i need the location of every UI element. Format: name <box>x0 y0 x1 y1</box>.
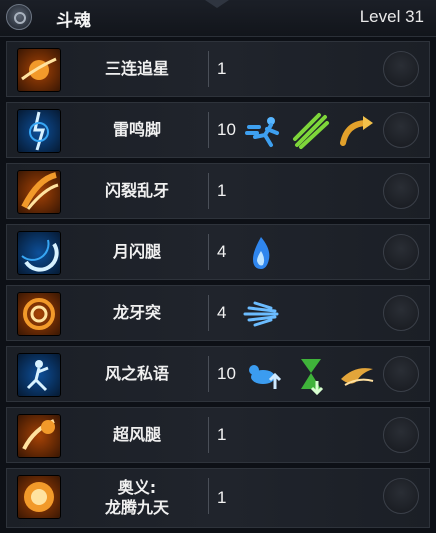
skill-row[interactable]: 风之私语 10 <box>6 346 430 402</box>
header-bar: 斗魂 Level 31 <box>0 0 436 37</box>
header-notch <box>205 0 229 8</box>
dash-streak-rune-icon[interactable] <box>241 294 281 334</box>
skill-list: 三连追星 1 雷鸣脚 10 闪裂乱牙 1 月闪腿 4 龙牙突 4 风之私语 10 超风腿 1 奥义: 龙腾九… <box>6 41 430 533</box>
row-divider <box>208 295 209 331</box>
skill-select-toggle[interactable] <box>383 478 419 514</box>
super-wind-kick-icon[interactable] <box>17 414 61 458</box>
skill-row[interactable]: 闪裂乱牙 1 <box>6 163 430 219</box>
skill-select-toggle[interactable] <box>383 51 419 87</box>
blue-flame-rune-icon[interactable] <box>241 233 281 273</box>
skill-level: 1 <box>217 488 227 507</box>
skill-select-toggle[interactable] <box>383 295 419 331</box>
row-divider <box>208 112 209 148</box>
dragon-soar-ultimate-icon[interactable] <box>17 475 61 519</box>
character-level: Level 31 <box>359 7 424 26</box>
skill-row[interactable]: 三连追星 1 <box>6 41 430 97</box>
flash-rend-icon[interactable] <box>17 170 61 214</box>
wind-whisper-icon[interactable] <box>17 353 61 397</box>
row-divider <box>208 234 209 270</box>
skill-level: 1 <box>217 59 227 78</box>
skill-name: 雷鸣脚 <box>112 120 161 139</box>
skill-name: 超风腿 <box>112 425 161 444</box>
row-divider <box>208 173 209 209</box>
rune-slots <box>245 355 377 395</box>
skill-name: 风之私语 <box>104 364 169 383</box>
skill-level: 10 <box>217 364 236 383</box>
row-divider <box>208 417 209 453</box>
skill-level: 10 <box>217 120 236 139</box>
skill-level: 1 <box>217 425 227 444</box>
skill-select-toggle[interactable] <box>383 356 419 392</box>
skill-name: 月闪腿 <box>112 242 161 261</box>
thunder-kick-icon[interactable] <box>17 109 61 153</box>
pet-up-rune-icon[interactable] <box>245 355 285 395</box>
row-divider <box>208 51 209 87</box>
skill-name: 闪裂乱牙 <box>104 181 169 200</box>
page-title: 斗魂 <box>56 11 92 31</box>
skill-select-toggle[interactable] <box>383 173 419 209</box>
triple-star-chase-icon[interactable] <box>17 48 61 92</box>
skill-name: 奥义: 龙腾九天 <box>104 478 169 517</box>
soul-emblem-icon <box>6 4 32 30</box>
row-divider <box>208 356 209 392</box>
skill-name: 龙牙突 <box>112 303 161 322</box>
triple-slash-rune-icon[interactable] <box>291 111 331 151</box>
skill-row[interactable]: 月闪腿 4 <box>6 224 430 280</box>
skill-level: 4 <box>217 303 227 322</box>
wind-swirl-rune-icon[interactable] <box>337 355 377 395</box>
row-divider <box>208 478 209 514</box>
skill-row[interactable]: 超风腿 1 <box>6 407 430 463</box>
rune-slots <box>245 111 377 151</box>
skill-row[interactable]: 雷鸣脚 10 <box>6 102 430 158</box>
skill-select-toggle[interactable] <box>383 112 419 148</box>
skill-row[interactable]: 龙牙突 4 <box>6 285 430 341</box>
skill-name: 三连追星 <box>104 59 169 78</box>
skill-level: 1 <box>217 181 227 200</box>
rune-slots <box>241 294 281 334</box>
skill-level: 4 <box>217 242 227 261</box>
hourglass-down-rune-icon[interactable] <box>291 355 331 395</box>
rune-slots <box>241 233 281 273</box>
moon-flash-kick-icon[interactable] <box>17 231 61 275</box>
skill-row[interactable]: 奥义: 龙腾九天 1 <box>6 468 430 528</box>
skill-select-toggle[interactable] <box>383 417 419 453</box>
skill-select-toggle[interactable] <box>383 234 419 270</box>
dragon-fang-thrust-icon[interactable] <box>17 292 61 336</box>
curved-arrow-rune-icon[interactable] <box>337 111 377 151</box>
sprint-rune-icon[interactable] <box>245 111 285 151</box>
